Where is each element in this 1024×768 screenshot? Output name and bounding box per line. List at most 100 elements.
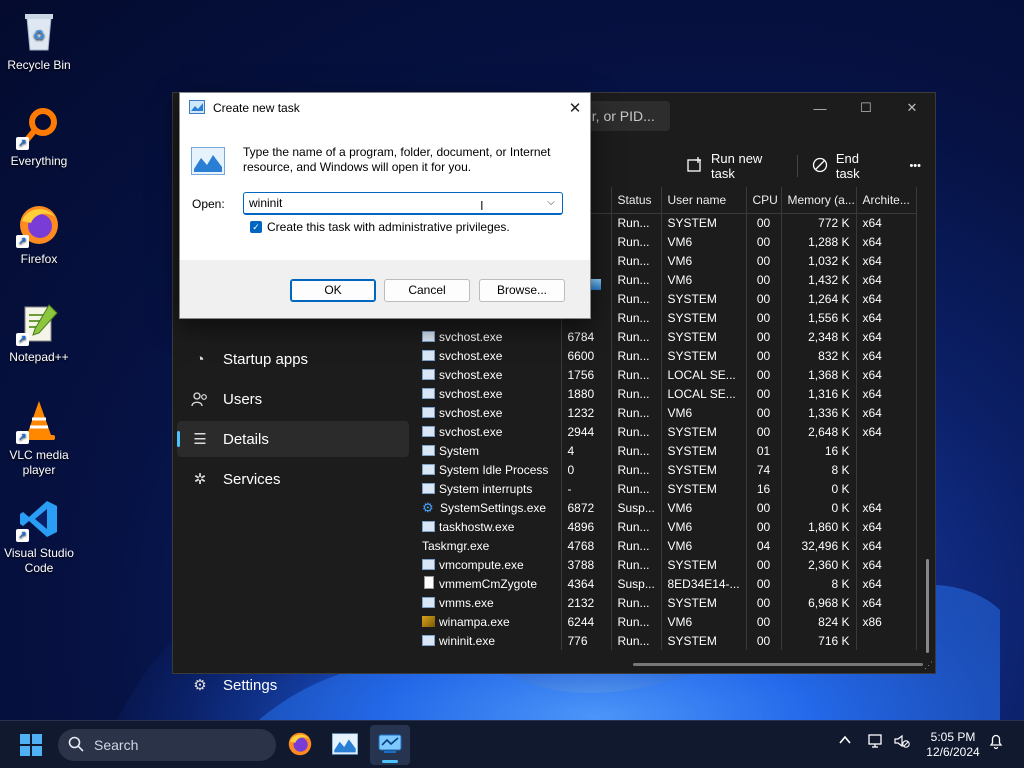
ok-button[interactable]: OK: [290, 279, 376, 302]
run-new-task-button[interactable]: Run new task: [673, 151, 797, 181]
column-header-status[interactable]: Status: [611, 187, 662, 214]
minimize-icon[interactable]: —: [797, 93, 843, 123]
table-row[interactable]: System Idle Process 0 Run... SYSTEM 74 8 K: [416, 460, 917, 479]
process-search-input[interactable]: er, or PID...: [578, 101, 670, 131]
resize-grip-icon[interactable]: ⋰: [924, 660, 933, 671]
volume-muted-icon[interactable]: [893, 733, 911, 752]
pid-cell: 6244: [561, 612, 612, 631]
browse-button[interactable]: Browse...: [479, 279, 565, 302]
memory-cell-text: 824 K: [818, 614, 850, 629]
desktop-icon-recycle-bin[interactable]: ♻ Recycle Bin: [0, 8, 78, 73]
dialog-close-icon[interactable]: ✕: [560, 93, 590, 123]
table-row[interactable]: taskhostw.exe 4896 Run... VM6 00 1,860 K x64: [416, 517, 917, 536]
table-row[interactable]: winampa.exe 6244 Run... VM6 00 824 K x86: [416, 612, 917, 631]
desktop-icon-vlc[interactable]: ↗ VLC media player: [0, 398, 78, 478]
user-name-cell-text: SYSTEM: [667, 481, 717, 496]
process-name-cell: taskhostw.exe: [416, 517, 562, 536]
column-header-user[interactable]: User name: [661, 187, 747, 214]
memory-cell: 1,368 K: [781, 365, 857, 384]
table-row[interactable]: System interrupts - Run... SYSTEM 16 0 K: [416, 479, 917, 498]
dialog-titlebar[interactable]: Create new task: [180, 93, 590, 123]
table-row[interactable]: vmcompute.exe 3788 Run... SYSTEM 00 2,360 K x6…: [416, 555, 917, 574]
column-header-architecture[interactable]: Archite...: [856, 187, 917, 214]
status-cell-text: Run...: [617, 538, 650, 553]
status-cell: Run...: [611, 308, 662, 327]
create-new-task-dialog[interactable]: Create new task ✕ Type the name of a pro…: [179, 92, 591, 319]
taskbar-task-manager[interactable]: [370, 725, 410, 765]
table-row[interactable]: svchost.exe 1756 Run... LOCAL SE... 00 1,368 …: [416, 365, 917, 384]
memory-cell-text: 1,432 K: [808, 272, 850, 287]
show-hidden-icons-chevron-up-icon[interactable]: [838, 733, 852, 750]
end-task-button[interactable]: End task: [798, 151, 896, 181]
table-row[interactable]: wininit.exe 776 Run... SYSTEM 00 716 K: [416, 631, 917, 650]
memory-cell-text: 832 K: [818, 348, 850, 363]
nav-item-details[interactable]: ☰ Details: [177, 421, 409, 457]
status-cell-text: Run...: [617, 614, 650, 629]
pid-cell-text: 6872: [567, 500, 595, 515]
notifications-bell-icon[interactable]: [988, 733, 1004, 752]
startup-apps-icon: ◔: [195, 350, 205, 368]
vertical-scrollbar[interactable]: [926, 559, 929, 653]
column-header-memory[interactable]: Memory (a...: [781, 187, 857, 214]
taskbar-firefox[interactable]: [280, 725, 320, 765]
process-name-cell-text: svchost.exe: [439, 386, 503, 401]
close-icon[interactable]: ✕: [889, 93, 935, 123]
process-name-cell-text: svchost.exe: [439, 348, 503, 363]
pid-cell-text: 4768: [567, 538, 595, 553]
status-cell: Run...: [611, 251, 662, 270]
desktop-icon-everything[interactable]: ↗ Everything: [0, 104, 78, 169]
taskbar-search-label: Search: [94, 737, 139, 753]
chevron-down-icon[interactable]: ⌵: [544, 193, 558, 213]
user-name-cell-text: SYSTEM: [667, 595, 717, 610]
process-icon: [422, 387, 435, 399]
memory-cell-text: 1,556 K: [808, 310, 850, 325]
pid-cell: 1232: [561, 403, 612, 422]
desktop-icon-firefox[interactable]: ↗ Firefox: [0, 202, 78, 267]
user-name-cell: VM6: [661, 517, 747, 536]
table-row[interactable]: ⚙ SystemSettings.exe 6872 Susp... VM6 00 0 K x6…: [416, 498, 917, 517]
svg-text:♻: ♻: [33, 27, 46, 43]
architecture-cell-text: x64: [862, 215, 882, 230]
desktop-icon-vscode[interactable]: ↗ Visual Studio Code: [0, 496, 78, 576]
table-row[interactable]: svchost.exe 6600 Run... SYSTEM 00 832 K x64: [416, 346, 917, 365]
open-combobox[interactable]: wininit I ⌵: [243, 192, 563, 215]
nav-item-settings[interactable]: ⚙ Settings: [177, 667, 409, 703]
maximize-icon[interactable]: ☐: [843, 93, 889, 123]
process-icon: [422, 596, 435, 608]
admin-privileges-option[interactable]: ✓ Create this task with administrative p…: [250, 220, 510, 234]
firefox-icon: ↗: [16, 202, 62, 248]
notepad-plus-plus-icon: ↗: [16, 300, 62, 346]
table-row[interactable]: System 4 Run... SYSTEM 01 16 K: [416, 441, 917, 460]
process-name-cell-text: svchost.exe: [439, 367, 503, 382]
table-row[interactable]: svchost.exe 2944 Run... SYSTEM 00 2,648 K x64: [416, 422, 917, 441]
start-button[interactable]: [20, 734, 42, 756]
nav-item-services[interactable]: ✲ Services: [177, 461, 409, 497]
horizontal-scrollbar[interactable]: [633, 663, 923, 666]
table-row[interactable]: Taskmgr.exe 4768 Run... VM6 04 32,496 Kx64: [416, 279, 917, 555]
architecture-cell-text: x64: [862, 595, 882, 610]
cancel-button[interactable]: Cancel: [384, 279, 470, 302]
column-header-cpu[interactable]: CPU: [746, 187, 782, 214]
table-row[interactable]: vmmemCmZygote 4364 Susp... 8ED34E14-... 00 8 …: [416, 574, 917, 593]
table-row[interactable]: svchost.exe 1880 Run... LOCAL SE... 00 1,316 …: [416, 384, 917, 403]
pid-cell: 6600: [561, 346, 612, 365]
taskbar-run-dialog[interactable]: [325, 725, 365, 765]
more-options-button[interactable]: •••: [895, 151, 935, 181]
admin-privileges-checkbox[interactable]: ✓: [250, 221, 262, 233]
network-display-icon[interactable]: [868, 733, 886, 752]
nav-item-startup-apps[interactable]: ◔ Startup apps: [177, 341, 409, 377]
desktop-icon-label: Firefox: [20, 252, 58, 266]
table-row[interactable]: svchost.exe 6784 Run... SYSTEM 00 2,348 K x64: [416, 327, 917, 346]
table-row[interactable]: svchost.exe 1232 Run... VM6 00 1,336 K x64: [416, 403, 917, 422]
table-row[interactable]: vmms.exe 2132 Run... SYSTEM 00 6,968 K x64: [416, 593, 917, 612]
cpu-cell: 00: [746, 422, 782, 441]
cpu-cell-text: 00: [756, 405, 771, 420]
desktop-icon-notepad-plus-plus[interactable]: ↗ Notepad++: [0, 300, 78, 365]
open-input-value[interactable]: wininit: [249, 196, 282, 210]
nav-item-users[interactable]: Users: [177, 381, 409, 417]
taskbar-clock[interactable]: 5:05 PM 12/6/2024: [918, 730, 988, 760]
cpu-cell: 00: [746, 308, 782, 327]
status-cell-text: Susp...: [617, 576, 655, 591]
pid-cell: 0: [561, 460, 612, 479]
taskbar-search[interactable]: Search: [58, 729, 276, 761]
